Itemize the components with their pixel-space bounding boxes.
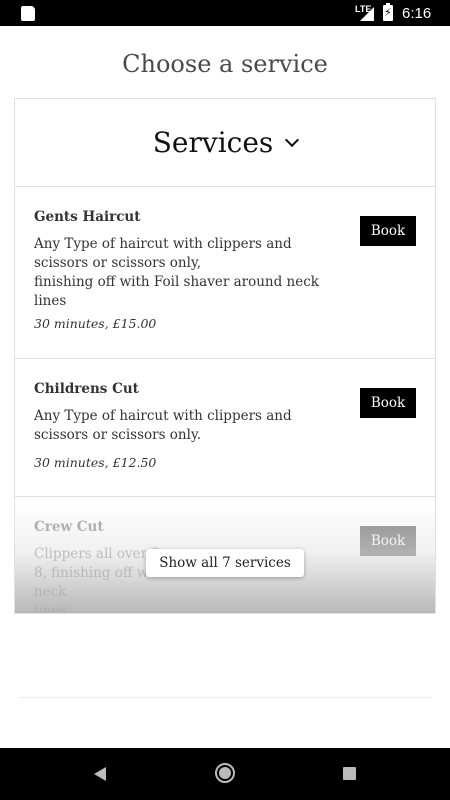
service-item-childrens-cut: Childrens Cut Any Type of haircut with c… [15,359,435,497]
description-line: finishing off with Foil shaver around ne… [34,274,319,290]
sd-card-icon [21,6,35,21]
description-line: lines [34,293,67,309]
divider [18,697,432,698]
signal-icon [360,7,374,21]
book-button-crew-cut[interactable]: Book [360,526,416,556]
service-item-gents-haircut: Gents Haircut Any Type of haircut with c… [15,187,435,359]
service-description: Any Type of haircut with clippers and sc… [34,407,324,445]
services-header-title: Services [152,126,274,159]
show-all-services-button[interactable]: Show all 7 services [146,549,304,577]
status-bar: LTE ⚡ 6:16 [0,0,450,26]
service-duration-price: 30 minutes, £15.00 [34,316,157,331]
service-name: Crew Cut [34,519,104,535]
service-description: Any Type of haircut with clippers and sc… [34,235,324,311]
description-line: lines. [34,603,71,614]
home-icon[interactable] [215,763,235,783]
service-name: Childrens Cut [34,381,139,397]
page-title: Choose a service [122,50,328,78]
description-line: scissors or scissors only, [34,255,202,271]
recents-icon[interactable] [343,767,356,780]
navigation-bar [0,748,450,800]
service-duration-price: 30 minutes, £12.50 [34,455,157,470]
back-icon[interactable] [94,767,106,781]
description-line: Any Type of haircut with clippers and [34,236,292,252]
chevron-down-icon [285,132,300,147]
description-line: Any Type of haircut with clippers and [34,408,292,424]
book-button-gents-haircut[interactable]: Book [360,216,416,246]
description-line: scissors or scissors only. [34,427,202,443]
service-name: Gents Haircut [34,209,141,225]
book-button-childrens-cut[interactable]: Book [360,388,416,418]
battery-charging-icon: ⚡ [383,3,393,21]
services-dropdown[interactable]: Services [15,99,435,187]
services-card: Services Gents Haircut Any Type of hairc… [14,98,436,614]
status-time: 6:16 [402,5,432,22]
